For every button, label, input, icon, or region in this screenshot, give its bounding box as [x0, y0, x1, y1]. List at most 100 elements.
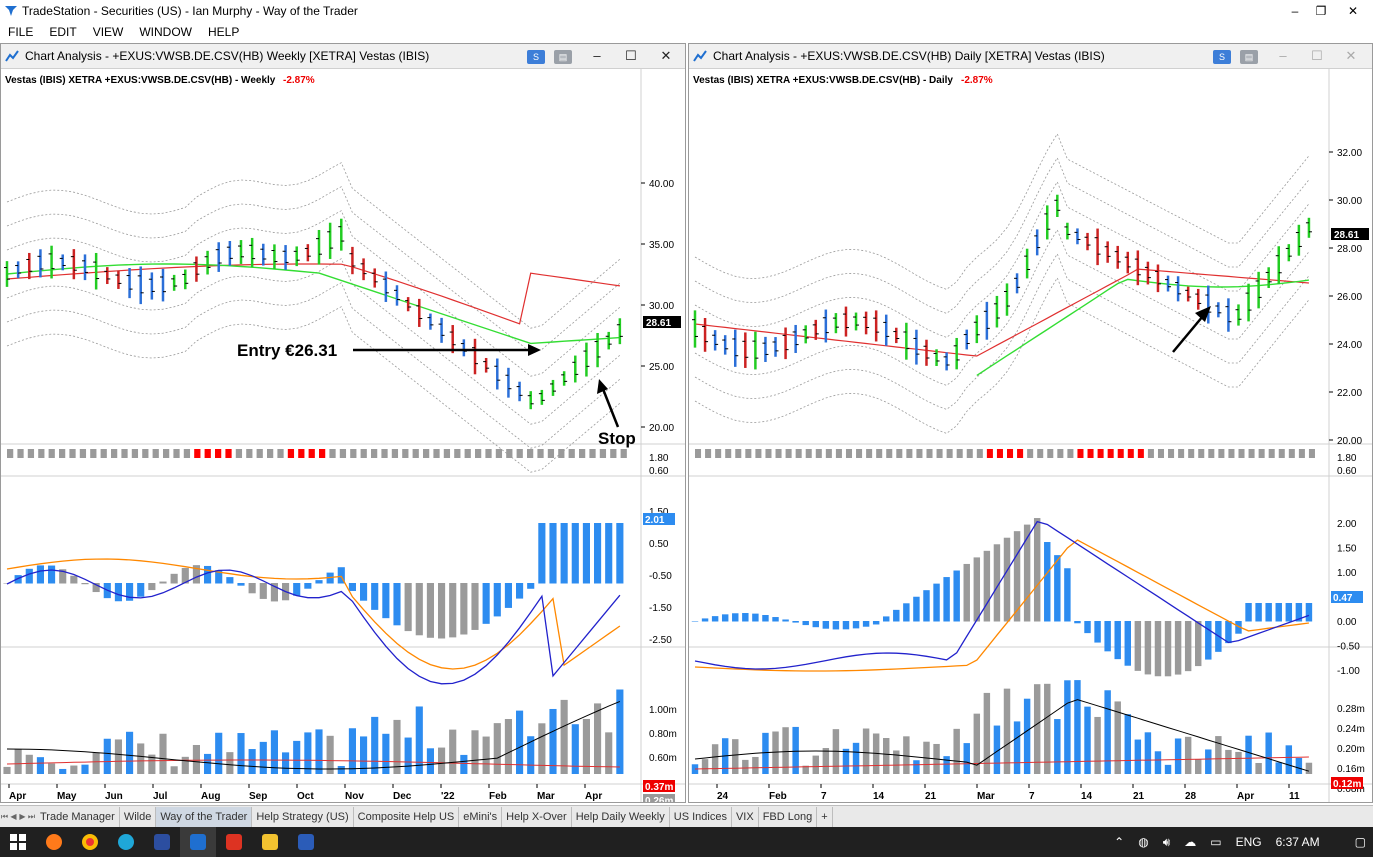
chevron-up-icon[interactable]: ⌃: [1114, 835, 1124, 849]
left-symbol-link-icon[interactable]: S: [527, 50, 545, 64]
macd-histogram-bar: [732, 613, 739, 622]
cloud-icon[interactable]: ☁︎: [1184, 835, 1196, 849]
right-chart-titlebar: Chart Analysis - +EXUS:VWSB.DE.CSV(HB) D…: [689, 44, 1372, 69]
x-tick-label: Oct: [297, 791, 314, 802]
left-chart-titlebar: Chart Analysis - +EXUS:VWSB.DE.CSV(HB) W…: [1, 44, 685, 69]
macd-histogram-bar: [953, 570, 960, 622]
close-button[interactable]: ✕: [1338, 0, 1368, 21]
app-icon[interactable]: [144, 827, 180, 857]
macd-histogram-bar: [159, 581, 167, 584]
network-icon[interactable]: ◍: [1138, 835, 1148, 849]
macd-histogram-bar: [762, 615, 769, 622]
volume-bar: [582, 718, 590, 774]
workspace-tab[interactable]: VIX: [732, 806, 759, 827]
workspace-tab[interactable]: Way of the Trader: [156, 806, 253, 827]
macd-histogram-bar: [170, 573, 178, 584]
workspace-tab[interactable]: FBD Long: [759, 806, 818, 827]
battery-icon[interactable]: ▭: [1210, 835, 1221, 849]
volume-bar: [449, 729, 457, 774]
workspace-tab[interactable]: eMini's: [459, 806, 503, 827]
clock[interactable]: 6:37 AM: [1276, 835, 1320, 849]
left-chart-canvas[interactable]: Vestas (IBIS) XETRA +EXUS:VWSB.DE.CSV(HB…: [1, 69, 686, 803]
left-minimize-icon[interactable]: –: [587, 47, 607, 65]
volume-bar: [953, 728, 960, 774]
right-chart-canvas[interactable]: Vestas (IBIS) XETRA +EXUS:VWSB.DE.CSV(HB…: [689, 69, 1373, 803]
paintbar-square: [381, 449, 388, 458]
workspace-tab[interactable]: Composite Help US: [354, 806, 460, 827]
file-explorer-icon[interactable]: [252, 827, 288, 857]
tradestation-logo-icon: [5, 5, 17, 16]
paintbar-square: [1087, 449, 1094, 458]
tradestation-taskbar-icon[interactable]: [180, 827, 216, 857]
paintbar-square: [1178, 449, 1185, 458]
macd-histogram-bar: [802, 621, 809, 626]
menu-file[interactable]: FILE: [0, 25, 41, 39]
right-symbol-link-icon[interactable]: S: [1213, 50, 1231, 64]
workspace-tab[interactable]: US Indices: [670, 806, 732, 827]
volume-axis-label: 1.00m: [649, 705, 677, 716]
language-indicator[interactable]: ENG: [1236, 835, 1262, 849]
x-tick-label: Aug: [201, 791, 220, 802]
macd-histogram-bar: [893, 609, 900, 622]
edge-icon[interactable]: [108, 827, 144, 857]
restore-button[interactable]: ❐: [1306, 0, 1336, 21]
workspace-tab[interactable]: Wilde: [120, 806, 157, 827]
envelope-band: [694, 229, 1310, 386]
right-close-icon[interactable]: ✕: [1341, 47, 1361, 65]
windows-start-icon[interactable]: [0, 827, 36, 857]
paintbar-square: [715, 449, 722, 458]
macd-histogram-bar: [1084, 621, 1091, 634]
paintbar-square: [966, 449, 973, 458]
tab-last-icon[interactable]: ⏭: [27, 812, 36, 822]
volume-bar: [348, 728, 356, 774]
workspace-tab[interactable]: Help X-Over: [502, 806, 572, 827]
right-minimize-icon[interactable]: –: [1273, 47, 1293, 65]
chrome-icon[interactable]: [72, 827, 108, 857]
right-interval-icon[interactable]: ▤: [1240, 50, 1258, 64]
volume-bar: [393, 719, 401, 774]
x-tick-label: 14: [1081, 791, 1093, 802]
paintbar-square: [986, 449, 993, 458]
left-close-icon[interactable]: ✕: [656, 47, 676, 65]
notifications-icon[interactable]: ▢: [1355, 835, 1366, 849]
macd-histogram-bar: [560, 523, 568, 584]
macd-histogram-bar: [792, 621, 799, 623]
paintbar-square: [204, 449, 211, 458]
firefox-icon[interactable]: [36, 827, 72, 857]
right-chart-window-title: Chart Analysis - +EXUS:VWSB.DE.CSV(HB) D…: [713, 49, 1105, 63]
volume-bar: [404, 737, 412, 774]
volume-bar: [711, 744, 719, 774]
workspace-tab[interactable]: Help Daily Weekly: [572, 806, 670, 827]
volume-bar: [25, 754, 33, 774]
paintbar-square: [845, 449, 853, 458]
word-icon[interactable]: [288, 827, 324, 857]
tab-first-icon[interactable]: ⏮: [0, 812, 9, 822]
volume-icon[interactable]: 🔊︎: [1163, 835, 1171, 850]
volume-bar: [883, 738, 890, 774]
left-interval-icon[interactable]: ▤: [554, 50, 572, 64]
menu-view[interactable]: VIEW: [85, 25, 132, 39]
workspace-tab[interactable]: Help Strategy (US): [252, 806, 354, 827]
right-maximize-icon[interactable]: ☐: [1307, 47, 1327, 65]
volume-bar: [493, 723, 501, 774]
tab-next-icon[interactable]: ▶: [18, 812, 27, 821]
workspace-tab[interactable]: Trade Manager: [36, 806, 120, 827]
workspace-tab[interactable]: +: [817, 806, 833, 827]
tab-prev-icon[interactable]: ◀: [9, 812, 18, 821]
paintbar-square: [1308, 449, 1315, 458]
price-tick-label: 28.00: [1337, 244, 1362, 255]
left-maximize-icon[interactable]: ☐: [621, 47, 641, 65]
paintbar-square: [142, 449, 149, 458]
pdf-icon[interactable]: [216, 827, 252, 857]
paintbar-square: [308, 449, 315, 458]
menu-edit[interactable]: EDIT: [41, 25, 84, 39]
volume-bar: [1094, 716, 1101, 774]
price-tick-label: 30.00: [1337, 196, 1362, 207]
menu-window[interactable]: WINDOW: [131, 25, 200, 39]
paintbar-square: [620, 449, 627, 458]
menu-help[interactable]: HELP: [200, 25, 247, 39]
left-chart-window[interactable]: Chart Analysis - +EXUS:VWSB.DE.CSV(HB) W…: [0, 43, 686, 803]
macd-histogram-bar: [1114, 621, 1121, 660]
right-chart-window[interactable]: Chart Analysis - +EXUS:VWSB.DE.CSV(HB) D…: [688, 43, 1373, 803]
paintbar-square: [1107, 449, 1114, 458]
